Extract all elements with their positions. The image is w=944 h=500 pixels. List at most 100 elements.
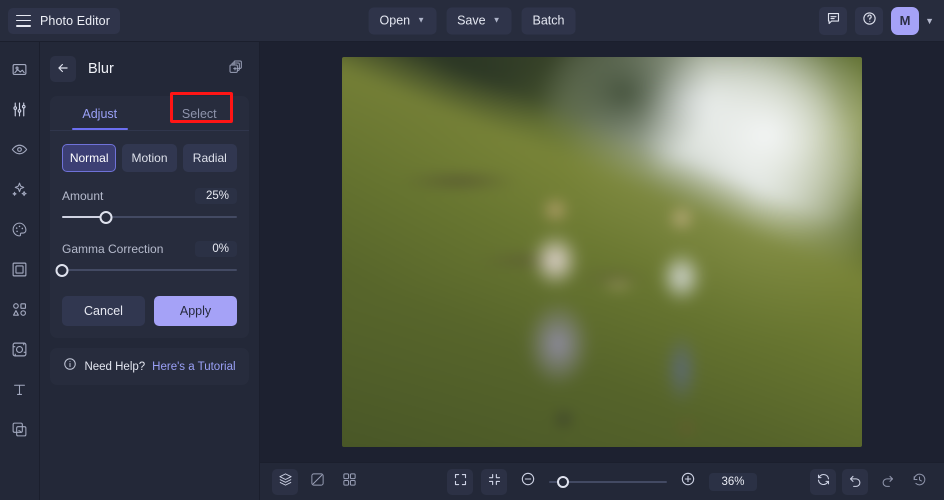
photo-canvas[interactable] bbox=[342, 57, 862, 447]
action-buttons: Cancel Apply bbox=[62, 296, 237, 326]
compare-button[interactable] bbox=[304, 469, 330, 495]
redo-button[interactable] bbox=[874, 469, 900, 495]
history-button[interactable] bbox=[906, 469, 932, 495]
tab-select[interactable]: Select bbox=[150, 96, 250, 130]
rail-item-effects[interactable] bbox=[5, 174, 35, 204]
reset-rotate-icon bbox=[816, 472, 831, 492]
arrow-left-icon bbox=[56, 61, 70, 77]
rail-item-transform[interactable] bbox=[5, 334, 35, 364]
app-title: Photo Editor bbox=[40, 13, 110, 28]
apply-button[interactable]: Apply bbox=[154, 296, 237, 326]
account-actions: M ▼ bbox=[819, 6, 934, 35]
amount-label: Amount bbox=[62, 189, 104, 203]
shapes-icon bbox=[11, 301, 28, 318]
batch-label: Batch bbox=[532, 13, 565, 28]
amount-slider[interactable] bbox=[62, 209, 237, 225]
rail-item-color[interactable] bbox=[5, 214, 35, 244]
layers-button[interactable] bbox=[272, 468, 298, 495]
zoom-out-button[interactable] bbox=[515, 469, 541, 495]
rail-item-frames[interactable] bbox=[5, 254, 35, 284]
fullscreen-button[interactable] bbox=[447, 468, 473, 495]
account-chevron-down-icon[interactable]: ▼ bbox=[925, 16, 934, 26]
save-label: Save bbox=[457, 13, 486, 28]
tutorial-link[interactable]: Here's a Tutorial bbox=[152, 361, 235, 373]
top-toolbar: Photo Editor Open ▼ Save ▼ Batch M ▼ bbox=[0, 0, 944, 42]
history-controls bbox=[810, 468, 932, 495]
rail-item-image[interactable] bbox=[5, 54, 35, 84]
zoom-slider-knob[interactable] bbox=[557, 475, 570, 488]
eye-icon bbox=[11, 141, 28, 158]
canvas-stage: 36% bbox=[260, 42, 944, 500]
gamma-slider-knob[interactable] bbox=[55, 263, 69, 277]
tab-adjust[interactable]: Adjust bbox=[50, 96, 150, 130]
feedback-button[interactable] bbox=[819, 6, 848, 35]
amount-row: Amount 25% bbox=[62, 188, 237, 204]
panel-title: Blur bbox=[88, 61, 114, 77]
back-button[interactable] bbox=[50, 56, 76, 82]
gamma-slider[interactable] bbox=[55, 262, 237, 278]
tabs-divider bbox=[50, 130, 249, 131]
zoom-controls: 36% bbox=[447, 468, 757, 495]
blur-panel: Blur Adjust Select Normal Motion Radial … bbox=[40, 42, 260, 500]
amount-slider-knob[interactable] bbox=[99, 210, 113, 224]
fit-to-screen-icon bbox=[487, 472, 502, 492]
hamburger-icon bbox=[16, 14, 31, 27]
photo-editor-app: Photo Editor Open ▼ Save ▼ Batch M ▼ Blu… bbox=[0, 0, 944, 500]
rail-item-retouch[interactable] bbox=[5, 134, 35, 164]
cancel-button[interactable]: Cancel bbox=[62, 296, 145, 326]
question-circle-icon bbox=[862, 11, 877, 31]
rail-item-overlay[interactable] bbox=[5, 414, 35, 444]
app-menu-button[interactable]: Photo Editor bbox=[8, 7, 120, 34]
adjust-sliders-icon bbox=[11, 101, 28, 118]
gamma-row: Gamma Correction 0% bbox=[62, 241, 237, 257]
gamma-value[interactable]: 0% bbox=[195, 241, 237, 257]
file-actions: Open ▼ Save ▼ Batch bbox=[368, 7, 576, 34]
crop-transform-icon bbox=[11, 341, 28, 358]
open-button[interactable]: Open ▼ bbox=[368, 7, 437, 34]
editor-body: Blur Adjust Select Normal Motion Radial … bbox=[0, 42, 944, 500]
zoom-in-button[interactable] bbox=[675, 469, 701, 495]
rail-item-adjust[interactable] bbox=[5, 94, 35, 124]
text-icon bbox=[11, 381, 28, 398]
add-to-batch-button[interactable] bbox=[225, 58, 247, 80]
joined-hands-layer bbox=[342, 57, 862, 447]
avatar[interactable]: M bbox=[891, 6, 920, 35]
gamma-track bbox=[62, 269, 237, 271]
canvas-area[interactable] bbox=[260, 42, 944, 462]
compare-split-icon bbox=[310, 472, 325, 492]
undo-button[interactable] bbox=[842, 468, 868, 495]
undo-icon bbox=[848, 472, 863, 492]
layers-icon bbox=[278, 472, 293, 492]
tutorial-text: Need Help? bbox=[84, 360, 146, 373]
amount-value[interactable]: 25% bbox=[195, 188, 237, 204]
blur-mode-normal[interactable]: Normal bbox=[62, 144, 117, 172]
blur-mode-radial[interactable]: Radial bbox=[182, 144, 237, 172]
zoom-in-icon bbox=[680, 471, 696, 492]
rail-item-text[interactable] bbox=[5, 374, 35, 404]
info-circle-icon bbox=[63, 357, 77, 376]
sparkles-icon bbox=[11, 181, 28, 198]
grid-view-button[interactable] bbox=[336, 469, 362, 495]
gamma-slider-block: Gamma Correction 0% bbox=[55, 241, 237, 278]
amount-slider-block: Amount 25% bbox=[62, 188, 237, 225]
reset-button[interactable] bbox=[810, 468, 836, 495]
fit-to-screen-button[interactable] bbox=[481, 468, 507, 495]
blur-mode-motion[interactable]: Motion bbox=[122, 144, 177, 172]
chevron-down-icon: ▼ bbox=[417, 15, 426, 25]
palette-icon bbox=[11, 221, 28, 238]
tutorial-banner[interactable]: Need Help? Here's a Tutorial bbox=[50, 348, 249, 385]
batch-button[interactable]: Batch bbox=[521, 7, 576, 34]
chat-bubble-icon bbox=[826, 11, 841, 31]
blur-settings-card: Adjust Select Normal Motion Radial Amoun… bbox=[50, 96, 249, 338]
help-button[interactable] bbox=[855, 6, 884, 35]
redo-icon bbox=[880, 472, 895, 492]
grid-view-icon bbox=[342, 472, 357, 492]
zoom-level-value[interactable]: 36% bbox=[709, 472, 757, 491]
chevron-down-icon: ▼ bbox=[492, 15, 501, 25]
image-icon bbox=[11, 61, 28, 78]
save-button[interactable]: Save ▼ bbox=[446, 7, 512, 34]
zoom-slider[interactable] bbox=[549, 475, 667, 489]
zoom-out-icon bbox=[520, 471, 536, 492]
rail-item-shapes[interactable] bbox=[5, 294, 35, 324]
tool-rail bbox=[0, 42, 40, 500]
